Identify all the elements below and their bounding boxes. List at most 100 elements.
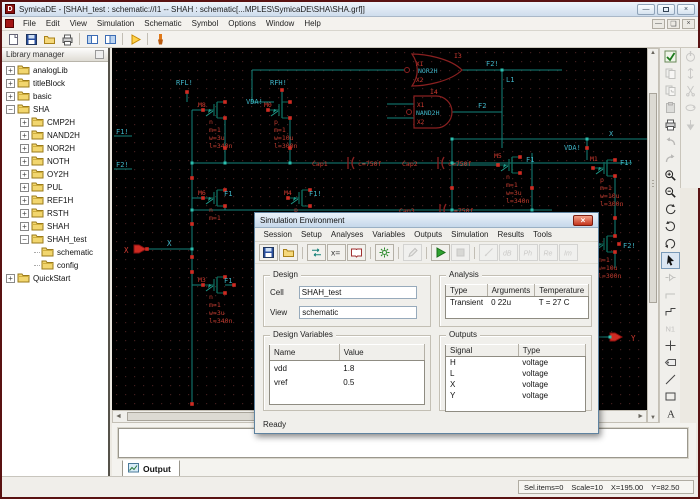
tab-output[interactable]: Output [122, 460, 180, 477]
tree-expander-icon[interactable]: + [20, 157, 29, 166]
mdi-close-button[interactable]: × [682, 19, 695, 29]
plug-button[interactable] [151, 32, 169, 47]
tree-expander-icon[interactable]: + [6, 66, 15, 75]
tree-item-cmp2h[interactable]: +CMP2H [2, 116, 108, 129]
menu-simulation[interactable]: Simulation [92, 19, 139, 28]
menu-help[interactable]: Help [299, 19, 325, 28]
tree-item-noth[interactable]: +NOTH [2, 155, 108, 168]
tree-expander-icon[interactable]: − [20, 235, 29, 244]
dialog-menu-simulation[interactable]: Simulation [447, 230, 493, 239]
probe-button[interactable] [661, 354, 680, 371]
tree-expander-icon[interactable]: + [20, 209, 29, 218]
tree-expander-icon[interactable]: + [20, 118, 29, 127]
scroll-down-icon[interactable]: ▼ [648, 415, 658, 421]
design-group-label: Design [270, 270, 301, 279]
tree-expander-icon[interactable]: + [20, 183, 29, 192]
dialog-menu-results[interactable]: Results [493, 230, 529, 239]
check-button[interactable] [661, 48, 680, 65]
mdi-minimize-button[interactable]: — [652, 19, 665, 29]
menu-file[interactable]: File [18, 19, 41, 28]
svg-text:l=340n: l=340n [506, 197, 530, 205]
tree-item-shah_test[interactable]: −SHAH_test [2, 233, 108, 246]
dialog-close-button[interactable]: × [573, 215, 593, 226]
design-variables-table[interactable]: NameValuevdd1.8vref0.5 [269, 344, 425, 405]
book-button[interactable] [347, 244, 366, 261]
svg-text:F2!: F2! [116, 161, 129, 169]
tree-item-shah[interactable]: +SHAH [2, 220, 108, 233]
scroll-right-icon[interactable]: ► [637, 413, 644, 420]
minimize-button[interactable]: — [637, 4, 655, 15]
dialog-menu-analyses[interactable]: Analyses [326, 230, 367, 239]
view-field[interactable] [299, 306, 417, 319]
scroll-up-icon[interactable]: ▲ [648, 50, 658, 56]
rect-button[interactable] [661, 388, 680, 405]
pin-button[interactable] [661, 337, 680, 354]
menu-edit[interactable]: Edit [41, 19, 65, 28]
dialog-menu-tools[interactable]: Tools [529, 230, 557, 239]
gear-button[interactable] [375, 244, 394, 261]
tree-expander-icon[interactable]: + [20, 131, 29, 140]
library-pin-button[interactable] [95, 50, 104, 59]
vscroll-thumb[interactable] [649, 93, 657, 303]
restore-button[interactable] [657, 4, 675, 15]
menu-window[interactable]: Window [261, 19, 299, 28]
rotateo-button [681, 99, 700, 116]
mdi-restore-button[interactable]: ❏ [667, 19, 680, 29]
analysis-table[interactable]: TypeArgumentsTemperatureTransient0 22uT … [445, 284, 589, 319]
rotate1-button[interactable] [661, 201, 680, 218]
tree-expander-icon[interactable]: + [6, 274, 15, 283]
tree-expander-icon[interactable]: + [20, 144, 29, 153]
rotate3-button[interactable] [661, 235, 680, 252]
save-button[interactable] [259, 244, 278, 261]
tree-item-schematic[interactable]: schematic [2, 246, 108, 259]
print-button[interactable] [58, 32, 76, 47]
svg-text:F2!: F2! [623, 242, 636, 250]
zoomin-button[interactable] [661, 167, 680, 184]
play2-button[interactable] [431, 244, 450, 261]
zoomout-button[interactable] [661, 184, 680, 201]
scroll-left-icon[interactable]: ◄ [115, 413, 122, 420]
dialog-menu-variables[interactable]: Variables [368, 230, 410, 239]
cursor-button[interactable] [661, 252, 680, 269]
tree-item-rsth[interactable]: +RSTH [2, 207, 108, 220]
xvar-button[interactable]: x= [327, 244, 346, 261]
print2-button[interactable] [661, 116, 680, 133]
layout1-button[interactable] [83, 32, 101, 47]
menu-schematic[interactable]: Schematic [139, 19, 186, 28]
rotate2-button[interactable] [661, 218, 680, 235]
line-button[interactable] [661, 371, 680, 388]
menu-options[interactable]: Options [223, 19, 261, 28]
swap-button[interactable] [307, 244, 326, 261]
close-button[interactable]: × [677, 4, 695, 15]
svg-text:X1: X1 [416, 61, 424, 68]
open-button[interactable] [279, 244, 298, 261]
tree-expander-icon[interactable]: + [20, 196, 29, 205]
play-button[interactable] [126, 32, 144, 47]
tree-expander-icon[interactable]: + [6, 79, 15, 88]
page-button[interactable] [4, 32, 22, 47]
dialog-menu-setup[interactable]: Setup [296, 230, 326, 239]
wire2-button[interactable] [661, 303, 680, 320]
tree-item-quickstart[interactable]: +QuickStart [2, 272, 108, 285]
schematic-vscrollbar[interactable]: ▲ ▼ [647, 48, 659, 423]
tree-expander-icon[interactable]: + [6, 92, 15, 101]
save-button[interactable] [22, 32, 40, 47]
outputs-table[interactable]: SignalTypeHvoltageLvoltageXvoltageYvolta… [445, 344, 586, 412]
tree-expander-icon[interactable]: + [20, 170, 29, 179]
text-button[interactable]: A [661, 405, 680, 422]
dialog-menu-session[interactable]: Session [259, 230, 296, 239]
tree-item-nand2h[interactable]: +NAND2H [2, 129, 108, 142]
tree-expander-icon[interactable]: − [6, 105, 15, 114]
tree-expander-icon[interactable]: + [20, 222, 29, 231]
tree-item-oy2h[interactable]: +OY2H [2, 168, 108, 181]
tree-item-ref1h[interactable]: +REF1H [2, 194, 108, 207]
menu-symbol[interactable]: Symbol [187, 19, 224, 28]
dialog-menu-outputs[interactable]: Outputs [410, 230, 447, 239]
open-button[interactable] [40, 32, 58, 47]
tree-item-pul[interactable]: +PUL [2, 181, 108, 194]
cell-field[interactable] [299, 286, 417, 299]
menu-view[interactable]: View [65, 19, 92, 28]
tree-item-sha[interactable]: −SHA [2, 103, 108, 116]
tree-item-nor2h[interactable]: +NOR2H [2, 142, 108, 155]
layout2-button[interactable] [101, 32, 119, 47]
